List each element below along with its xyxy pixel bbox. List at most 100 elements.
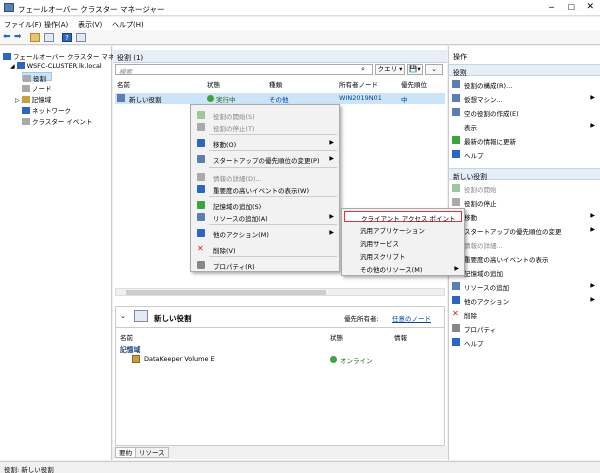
nodes-icon <box>22 85 30 92</box>
row-owner: WIN2019N01 <box>339 94 382 102</box>
back-icon[interactable]: ⬅ <box>3 32 11 42</box>
table-row[interactable]: 新しい役割 実行中 その他 WIN2019N01 中 <box>115 93 445 104</box>
menu-separator <box>209 150 337 151</box>
horizontal-scrollbar[interactable] <box>115 288 445 296</box>
col-status[interactable]: 状態 <box>207 79 220 89</box>
app-icon <box>4 3 14 12</box>
cluster-manager-icon <box>3 53 11 60</box>
actions-section-roles[interactable]: 役割 <box>449 64 600 77</box>
expand-button[interactable]: ⌄ <box>425 64 443 75</box>
submenu-item-4[interactable]: その他のリソース(M) ▶ <box>344 263 462 274</box>
col-name[interactable]: 名前 <box>117 79 130 89</box>
submenu-item-2[interactable]: 汎用サービス <box>344 237 462 248</box>
detail-col-info[interactable]: 情報 <box>394 332 407 342</box>
menu-help[interactable]: ヘルプ(H) <box>112 20 144 30</box>
context-item-2[interactable]: 移動(O) ▶ <box>193 137 337 149</box>
context-item-7[interactable]: リソースの追加(A) ▶ <box>193 211 337 223</box>
tree-item-roles[interactable]: 役割 <box>22 72 52 83</box>
col-type[interactable]: 種類 <box>269 79 282 89</box>
tree-item-nodes[interactable]: ノード <box>22 83 52 93</box>
tree-item-events[interactable]: クラスター イベント <box>22 116 92 126</box>
tree-item-storage[interactable]: ▷ 記憶域 <box>15 94 51 104</box>
submenu-arrow-icon: ▶ <box>590 212 595 219</box>
collapse-icon[interactable]: ◢ <box>10 63 15 70</box>
action-item-4[interactable]: 最新の情報に更新 <box>452 135 598 146</box>
actions-section-new-role[interactable]: 新しい役割 <box>449 168 600 181</box>
expand-icon[interactable]: ▷ <box>15 97 20 104</box>
more-icon <box>197 229 205 237</box>
context-item-5[interactable]: 重要度の高いイベントの表示(W) <box>193 183 337 195</box>
context-item-1: 役割の停止(T) <box>193 121 337 133</box>
action2-item-11[interactable]: ヘルプ <box>452 337 598 348</box>
folder-icon[interactable] <box>30 33 40 42</box>
action-icon <box>452 108 460 116</box>
add-resource-icon <box>197 213 205 221</box>
action-item-1[interactable]: 仮想マシン... ▶ <box>452 93 598 104</box>
forward-icon[interactable]: ➡ <box>14 32 22 42</box>
action-icon <box>452 282 460 290</box>
minimize-icon[interactable]: ─ <box>549 3 554 12</box>
col-owner[interactable]: 所有者ノード <box>339 79 378 89</box>
menu-view[interactable]: 表示(V) <box>78 20 102 30</box>
search-icon[interactable]: ⌕ <box>361 65 365 74</box>
col-priority[interactable]: 優先順位 <box>401 79 427 89</box>
row-name: 新しい役割 <box>129 96 162 104</box>
submenu-item-3[interactable]: 汎用スクリプト <box>344 250 462 261</box>
action-item-3[interactable]: 表示 ▶ <box>452 121 598 132</box>
context-item-10[interactable]: プロパティ(R) <box>193 259 337 271</box>
action-icon <box>452 324 460 332</box>
action-icon <box>452 198 460 206</box>
detail-col-status[interactable]: 状態 <box>330 332 343 342</box>
search-input[interactable]: 検索 <box>115 64 373 76</box>
action2-item-1[interactable]: 役割の停止 <box>452 197 598 208</box>
submenu-arrow-icon: ▶ <box>590 296 595 303</box>
events-icon <box>22 118 30 125</box>
submenu-item-0[interactable]: クライアント アクセス ポイント <box>344 211 462 223</box>
action-item-0[interactable]: 役割の構成(R)... <box>452 79 598 90</box>
action2-item-3[interactable]: スタートアップの優先順位の変更 ▶ <box>452 225 598 236</box>
volume-icon <box>132 355 140 363</box>
owner-label: 優先所有者: <box>344 315 379 323</box>
collapse-chevron-icon[interactable]: ⌄ <box>120 312 126 320</box>
action-pane-icon[interactable] <box>76 33 86 42</box>
action2-item-9[interactable]: ✕ 削除 <box>452 309 598 321</box>
tab-resources[interactable]: リソース <box>135 447 169 458</box>
action2-item-5[interactable]: 重要度の高いイベントの表示 <box>452 253 598 264</box>
action2-item-2[interactable]: 移動 ▶ <box>452 211 598 222</box>
console-tree-icon[interactable] <box>44 33 54 42</box>
storage-icon <box>21 96 30 103</box>
context-item-6[interactable]: 記憶域の追加(S) <box>193 199 337 211</box>
tree-cluster[interactable]: ◢ WSFC-CLUSTER.lk.local <box>10 62 102 71</box>
row-priority: 中 <box>401 96 408 104</box>
menu-action[interactable]: 操作(A) <box>44 20 68 30</box>
context-item-8[interactable]: 他のアクション(M) ▶ <box>193 227 337 239</box>
action2-item-7[interactable]: リソースの追加 ▶ <box>452 281 598 292</box>
action2-item-6[interactable]: 記憶域の追加 <box>452 267 598 278</box>
help-icon[interactable]: ? <box>62 33 72 42</box>
detail-title: 新しい役割 <box>154 314 192 323</box>
context-item-3[interactable]: スタートアップの優先順位の変更(P) ▶ <box>193 153 337 165</box>
tab-summary[interactable]: 要約 <box>115 447 136 458</box>
scroll-thumb[interactable] <box>126 290 326 295</box>
submenu-arrow-icon: ▶ <box>329 213 334 220</box>
close-icon[interactable]: ✕ <box>586 2 594 12</box>
action-item-5[interactable]: ヘルプ <box>452 149 598 160</box>
query-button[interactable]: クエリ ▾ <box>375 64 405 75</box>
tree-item-networks[interactable]: ネットワーク <box>22 105 71 115</box>
submenu-item-1[interactable]: 汎用アプリケーション <box>344 224 462 235</box>
submenu-arrow-icon: ▶ <box>329 139 334 146</box>
submenu-arrow-icon: ▶ <box>590 122 595 129</box>
detail-col-name[interactable]: 名前 <box>120 332 133 342</box>
row-status: 実行中 <box>216 96 236 104</box>
menu-file[interactable]: ファイル(F) <box>4 20 42 30</box>
maximize-icon[interactable]: ☐ <box>568 3 575 12</box>
storage-icon <box>197 201 205 209</box>
save-query-button[interactable]: 💾▾ <box>407 64 423 75</box>
action2-item-8[interactable]: 他のアクション ▶ <box>452 295 598 306</box>
resource-name[interactable]: DataKeeper Volume E <box>144 355 215 363</box>
add-resource-submenu: クライアント アクセス ポイント 汎用アプリケーション 汎用サービス 汎用スクリプトそ… <box>341 208 465 276</box>
owner-link[interactable]: 任意のノード <box>392 313 431 323</box>
action-item-2[interactable]: 空の役割の作成(E) <box>452 107 598 118</box>
context-item-9[interactable]: ✕ 削除(V) <box>193 243 337 256</box>
action2-item-10[interactable]: プロパティ <box>452 323 598 334</box>
